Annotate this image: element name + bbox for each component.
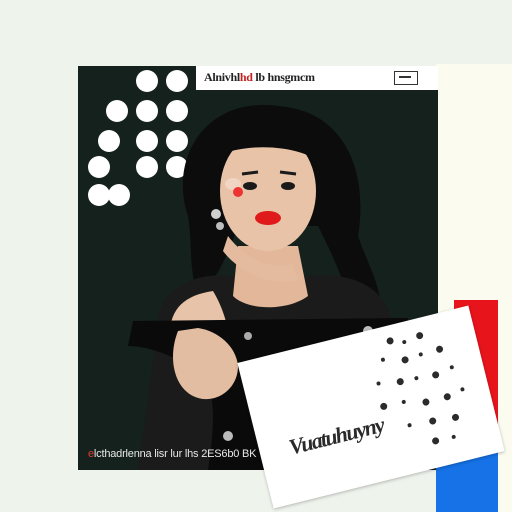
header-strip: Alnivhlhd lb hnsgmcm: [196, 66, 438, 90]
header-text: Alnivhlhd lb hnsgmcm: [204, 70, 315, 84]
header-icon: [394, 71, 418, 85]
card-word: Vuatuhuyny: [286, 412, 386, 460]
footer-text: elcthadrlenna lisr lur lhs 2ES6b0 BK: [88, 448, 257, 460]
